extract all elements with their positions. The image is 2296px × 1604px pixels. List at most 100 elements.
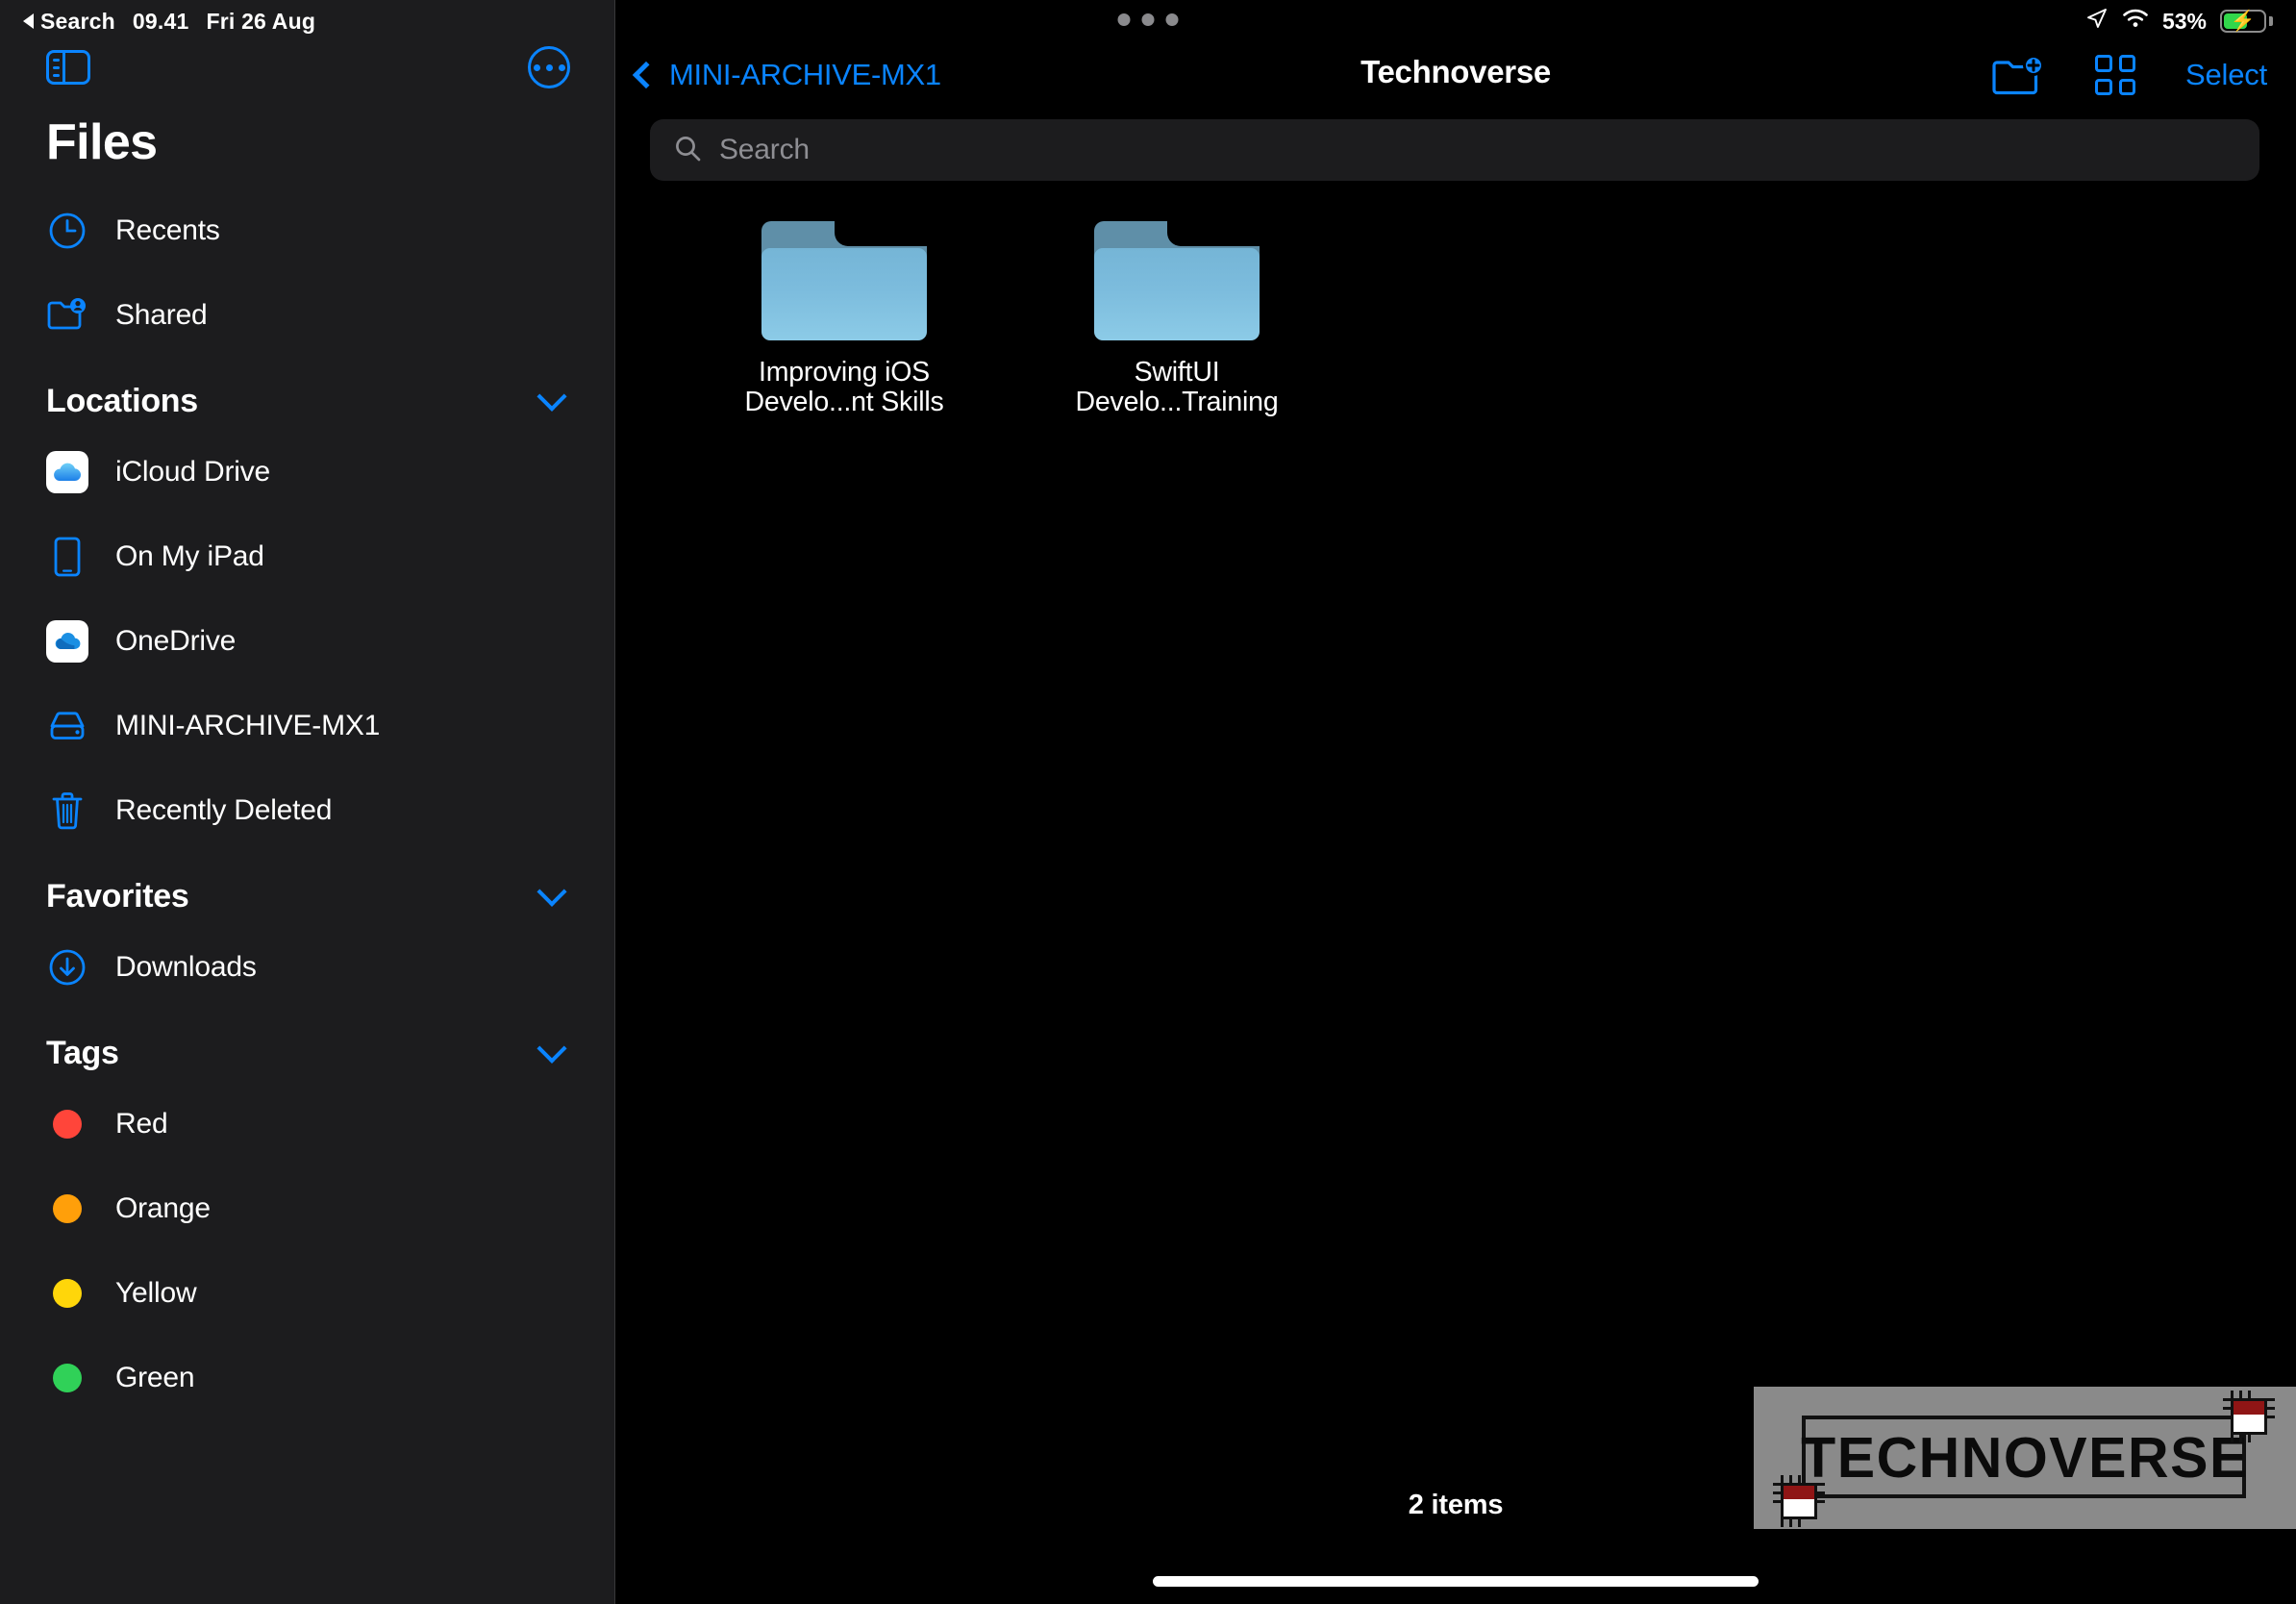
sidebar: Files Recents Shared Locations iCloud Dr… [0,0,615,1604]
chevron-down-icon[interactable] [537,1033,567,1064]
grid-cell [2118,55,2136,72]
grid-cell [2095,55,2112,72]
select-button[interactable]: Select [2185,58,2267,92]
tag-color-dot [53,1110,82,1139]
app-icon-bg [46,451,88,493]
tag-dot-icon [46,1103,88,1145]
page-title: Files [46,114,158,170]
tag-color-dot [53,1279,82,1308]
sidebar-item-label: Yellow [115,1277,197,1309]
tag-color-dot [53,1194,82,1223]
folder-front [761,248,927,340]
sidebar-item-tag-yellow[interactable]: Yellow [0,1251,614,1336]
pin [1798,1518,1801,1527]
search-bar-container: Search [615,108,2296,181]
pin [2223,1416,2232,1418]
sidebar-item-label: Green [115,1362,195,1393]
line [53,66,60,69]
chevron-down-icon[interactable] [537,876,567,907]
dot [533,63,540,71]
folder-item[interactable]: Improving iOS Develo...nt Skills [690,221,998,417]
chip-pins [1773,1475,1825,1527]
back-button-label: MINI-ARCHIVE-MX1 [669,58,941,91]
folder-tab-cut [835,221,927,246]
sidebar-item-mini-archive-mx1[interactable]: MINI-ARCHIVE-MX1 [0,684,614,768]
sidebar-item-recents[interactable]: Recents [0,188,614,273]
search-input[interactable]: Search [650,119,2259,181]
folder-label: SwiftUI Develo...Training [1076,358,1279,417]
sidebar-item-recently-deleted[interactable]: Recently Deleted [0,768,614,853]
dot [545,63,553,71]
pin [2231,1434,2234,1442]
sidebar-item-tag-green[interactable]: Green [0,1336,614,1420]
pin [2223,1398,2232,1401]
sidebar-item-on-my-ipad[interactable]: On My iPad [0,514,614,599]
section-title: Locations [46,383,198,419]
sidebar-item-label: iCloud Drive [115,456,270,488]
pin [2266,1398,2275,1401]
new-folder-icon[interactable] [1991,54,2045,96]
tag-dot-icon [46,1357,88,1399]
grid-cell [2118,78,2136,95]
navigation-bar-actions: Select [1991,54,2267,96]
item-count-label: 2 items [1408,1490,1504,1520]
chip-icon [1773,1475,1825,1527]
clock-icon [46,210,88,252]
onedrive-icon [46,620,88,663]
pin [1781,1518,1784,1527]
sidebar-item-tag-red[interactable]: Red [0,1082,614,1166]
folder-label-line2: Develo...nt Skills [744,386,944,417]
sidebar-toggle-icon[interactable] [46,50,90,85]
pin [1816,1500,1825,1503]
folder-label-line2: Develo...Training [1075,386,1279,417]
grid-cell [2095,78,2112,95]
sidebar-item-tag-orange[interactable]: Orange [0,1166,614,1251]
sidebar-section-locations-header[interactable]: Locations [0,358,614,430]
sidebar-item-label: Orange [115,1192,211,1224]
folder-grid: Improving iOS Develo...nt Skills SwiftUI… [615,181,2296,417]
grid-view-icon[interactable] [2095,55,2136,95]
pin [2239,1434,2242,1442]
sidebar-item-label: Shared [115,299,208,331]
sidebar-item-label: Downloads [115,951,257,983]
back-button[interactable]: MINI-ARCHIVE-MX1 [632,58,941,92]
main-content: MINI-ARCHIVE-MX1 Select Technoverse Sear… [615,0,2296,1604]
external-drive-icon [46,705,88,747]
chip-pins [2223,1391,2275,1442]
sidebar-item-icloud-drive[interactable]: iCloud Drive [0,430,614,514]
sidebar-item-downloads[interactable]: Downloads [0,925,614,1010]
sidebar-section-favorites-header[interactable]: Favorites [0,853,614,925]
folder-label-line1: Improving iOS [759,357,930,388]
folder-label-line1: SwiftUI [1134,357,1220,388]
search-placeholder: Search [719,134,810,165]
pin [1816,1491,1825,1494]
watermark-inner: TECHNOVERSE [1773,1391,2275,1527]
folder-item[interactable]: SwiftUI Develo...Training [1023,221,1331,417]
chevron-down-icon[interactable] [537,381,567,412]
folder-tab-cut [1167,221,1260,246]
sidebar-section-tags-header[interactable]: Tags [0,1010,614,1082]
pin [2248,1434,2251,1442]
pin [2239,1391,2242,1399]
sidebar-item-shared[interactable]: Shared [0,273,614,358]
pin [1773,1483,1782,1486]
folder-front [1094,248,1260,340]
sidebar-item-label: Red [115,1108,168,1140]
pin [2266,1416,2275,1418]
tag-dot-icon [46,1188,88,1230]
chevron-left-icon [632,61,661,89]
app-icon-bg [46,620,88,663]
tag-dot-icon [46,1272,88,1315]
home-indicator[interactable] [1153,1576,1759,1587]
sidebar-item-onedrive[interactable]: OneDrive [0,599,614,684]
line [53,59,60,62]
trash-icon [46,789,88,832]
sidebar-item-label: Recently Deleted [115,794,333,826]
line [53,74,60,77]
sidebar-item-label: On My iPad [115,540,264,572]
more-circle-icon[interactable] [528,46,570,88]
pin [1789,1518,1792,1527]
dot [558,63,565,71]
search-icon [673,134,702,167]
navigation-title: Technoverse [1360,54,1551,89]
